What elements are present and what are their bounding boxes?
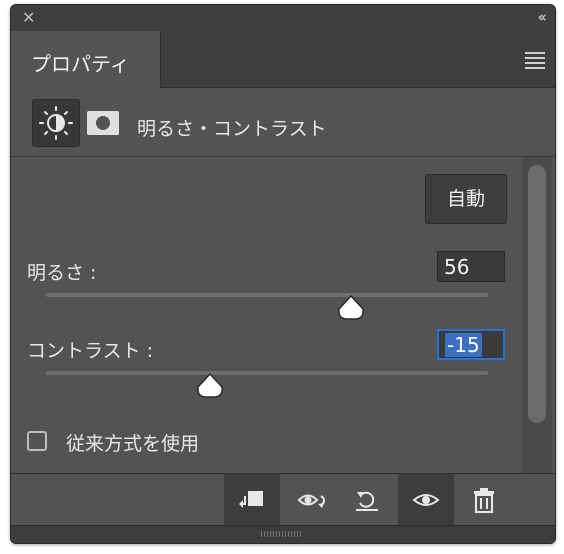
tab-properties[interactable]: プロパティ: [11, 31, 161, 88]
delete-button[interactable]: [456, 474, 512, 526]
adjustment-title: 明るさ・コントラスト: [137, 118, 327, 140]
panel-titlebar: ✕ ‹‹: [11, 5, 555, 31]
clip-to-layer-icon: [239, 491, 263, 508]
tab-bar: プロパティ: [11, 31, 555, 88]
brightness-slider-thumb[interactable]: [337, 295, 365, 321]
panel-menu-icon[interactable]: [525, 52, 545, 69]
brightness-label: 明るさ :: [27, 262, 97, 284]
legacy-checkbox[interactable]: [27, 431, 47, 451]
reset-icon: [356, 491, 378, 511]
legacy-checkbox-label: 従来方式を使用: [66, 433, 200, 455]
trash-icon: [474, 488, 494, 513]
visibility-button[interactable]: [398, 474, 454, 526]
close-icon[interactable]: ✕: [22, 9, 35, 27]
contrast-value: -15: [445, 333, 482, 357]
contrast-label: コントラスト :: [27, 340, 154, 362]
brightness-contrast-icon[interactable]: [32, 99, 80, 147]
visibility-eye-icon: [412, 494, 440, 506]
collapse-icon[interactable]: ‹‹: [538, 8, 548, 26]
clip-to-layer-button[interactable]: [224, 474, 280, 526]
contrast-slider-thumb[interactable]: [196, 373, 224, 399]
brightness-value-input[interactable]: 56: [437, 251, 505, 282]
contrast-slider-track[interactable]: [46, 371, 488, 375]
panel-footer: [11, 525, 555, 543]
adjustment-content: 自動 明るさ : 56 コントラスト : -15 従来方式を使用: [11, 157, 555, 473]
auto-button[interactable]: 自動: [425, 174, 507, 224]
properties-panel: ✕ ‹‹ プロパティ 明るさ・コントラスト 自動 明るさ : 56 コントラスト…: [10, 4, 556, 544]
tab-properties-label: プロパティ: [31, 52, 130, 76]
brightness-slider-track[interactable]: [46, 293, 488, 297]
layer-mask-icon[interactable]: [87, 111, 119, 135]
contrast-value-input[interactable]: -15: [437, 329, 505, 360]
brightness-value: 56: [444, 255, 470, 279]
bottom-toolbar: [11, 473, 555, 526]
resize-grip-icon[interactable]: [261, 531, 301, 537]
adjustment-header: 明るさ・コントラスト: [11, 88, 555, 157]
view-previous-state-button[interactable]: [283, 474, 339, 526]
view-previous-state-icon: [297, 494, 325, 508]
reset-button[interactable]: [339, 474, 395, 526]
scrollbar-thumb[interactable]: [528, 165, 546, 423]
